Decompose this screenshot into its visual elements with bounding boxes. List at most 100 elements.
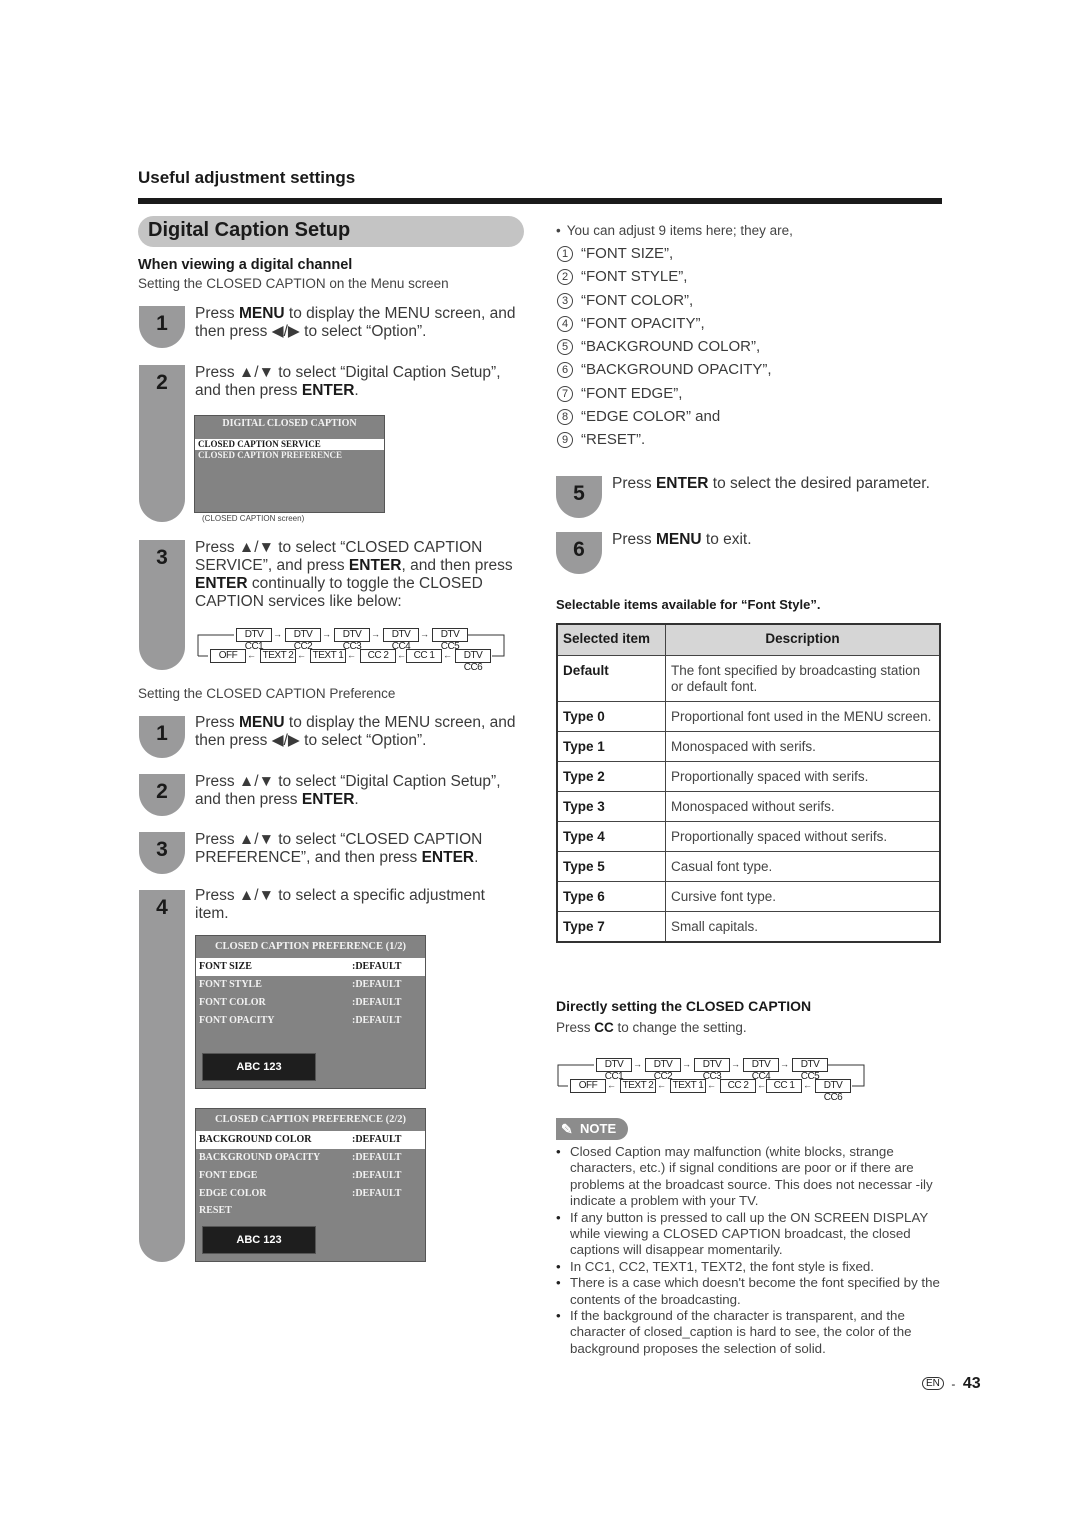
- table-cell-description: Proportional font used in the MENU scree…: [665, 701, 941, 732]
- table-cell-description: The font specified by broadcasting stati…: [665, 655, 941, 702]
- osd-pref2-row[interactable]: BACKGROUND OPACITY:DEFAULT: [196, 1149, 425, 1167]
- osd-caption: (CLOSED CAPTION screen): [202, 514, 305, 523]
- pref-step-2-text: Press ▲/▼ to select “Digital Caption Set…: [195, 773, 501, 808]
- osd-pref2-row[interactable]: BACKGROUND COLOR:DEFAULT: [196, 1131, 425, 1149]
- table-row: Default The font specified by broadcastin…: [556, 655, 941, 702]
- table-row: Type 0 Proportional font used in the MENU…: [556, 701, 941, 732]
- menu-screen-subtext: Setting the CLOSED CAPTION on the Menu s…: [138, 276, 449, 291]
- osd-pref1-row[interactable]: FONT COLOR:DEFAULT: [196, 994, 425, 1012]
- table-cell-item: Type 3: [556, 791, 666, 822]
- table-row: Type 6 Cursive font type.: [556, 881, 941, 912]
- adjustable-item: 2 “FONT STYLE”,: [557, 265, 937, 288]
- step-tab-2: 2: [139, 365, 185, 522]
- osd-pref2-title: CLOSED CAPTION PREFERENCE (2/2): [214, 1114, 407, 1125]
- table-row: Type 5 Casual font type.: [556, 851, 941, 882]
- language-badge: EN: [922, 1377, 944, 1390]
- osd-pref2-row[interactable]: FONT EDGE:DEFAULT: [196, 1167, 425, 1185]
- table-row: Type 4 Proportionally spaced without seri…: [556, 821, 941, 852]
- connector-line: [468, 634, 505, 657]
- cc-cycle-diagram-2: DTV CC1 → DTV CC2 → DTV CC3 → DTV CC4 → DTV CC5 O…: [556, 1056, 868, 1103]
- pref-step-4-text: Press ▲/▼ to select a specific adjustmen…: [195, 887, 485, 922]
- adjustable-item: 7 “FONT EDGE”,: [557, 382, 937, 405]
- osd-pref1-row[interactable]: FONT SIZE:DEFAULT: [196, 958, 425, 976]
- cycle-connector-lines: [197, 634, 505, 657]
- pref-step-tab-1: 1: [139, 716, 185, 758]
- table-row: Type 2 Proportionally spaced with serifs.: [556, 761, 941, 792]
- table-cell-item: Type 1: [556, 731, 666, 762]
- cycle-connector-lines: [557, 1064, 865, 1087]
- font-style-table-title: Selectable items available for “Font Sty…: [556, 597, 821, 612]
- circled-number: 3: [557, 292, 573, 309]
- circled-number: 8: [557, 409, 573, 426]
- notes-list: Closed Caption may malfunction (white bl…: [556, 1144, 940, 1357]
- caption-sample-preview: ABC 123: [202, 1053, 316, 1081]
- table-row: Type 1 Monospaced with serifs.: [556, 731, 941, 762]
- pref-step-tab-2: 2: [139, 774, 185, 816]
- table-cell-item: Default: [556, 655, 666, 702]
- osd-item-closed-caption-preference[interactable]: CLOSED CAPTION PREFERENCE: [195, 450, 384, 461]
- note-item: Closed Caption may malfunction (white bl…: [556, 1144, 940, 1210]
- osd-pref1-title: CLOSED CAPTION PREFERENCE (1/2): [214, 941, 407, 952]
- digital-closed-caption-screen: DIGITAL CLOSED CAPTION CLOSED CAPTION SE…: [194, 415, 385, 513]
- adjustable-item: 9 “RESET”.: [557, 428, 937, 451]
- direct-setting-text: Press CC to change the setting.: [556, 1020, 747, 1035]
- table-cell-description: Proportionally spaced with serifs.: [665, 761, 941, 792]
- header-rule: [138, 198, 942, 204]
- table-cell-item: Type 4: [556, 821, 666, 852]
- step-tab-6: 6: [556, 532, 602, 574]
- circled-number: 4: [557, 315, 573, 332]
- cc-cycle-diagram-1: DTV CC1 → DTV CC2 → DTV CC3 → DTV CC4 → DTV CC5 O…: [196, 626, 506, 673]
- table-cell-description: Monospaced without serifs.: [665, 791, 941, 822]
- step-6-text: Press MENU to exit.: [612, 531, 752, 548]
- table-header-description: Description: [665, 623, 941, 656]
- step-tab-1: 1: [139, 306, 185, 348]
- table-cell-description: Proportionally spaced without serifs.: [665, 821, 941, 852]
- table-cell-description: Monospaced with serifs.: [665, 731, 941, 762]
- table-cell-item: Type 0: [556, 701, 666, 732]
- adjustable-items-list: 1 “FONT SIZE”, 2 “FONT STYLE”, 3 “FONT COLOR”…: [557, 242, 937, 452]
- osd-title: DIGITAL CLOSED CAPTION: [222, 418, 357, 429]
- osd-pref1-row[interactable]: FONT STYLE:DEFAULT: [196, 976, 425, 994]
- table-cell-description: Cursive font type.: [665, 881, 941, 912]
- step-tab-3: 3: [139, 540, 185, 670]
- table-header-selected-item: Selected item: [556, 623, 666, 656]
- osd-pref1-row[interactable]: FONT OPACITY:DEFAULT: [196, 1012, 425, 1030]
- preference-subtext: Setting the CLOSED CAPTION Preference: [138, 686, 396, 701]
- osd-pref2-row[interactable]: EDGE COLOR:DEFAULT: [196, 1185, 425, 1203]
- cc-preference-screen-1: CLOSED CAPTION PREFERENCE (1/2) FONT SIZ…: [195, 935, 426, 1089]
- pencil-icon: ✎: [561, 1121, 573, 1137]
- table-cell-item: Type 5: [556, 851, 666, 882]
- adjustable-item: 5 “BACKGROUND COLOR”,: [557, 335, 937, 358]
- step-tab-5: 5: [556, 476, 602, 518]
- circled-number: 5: [557, 339, 573, 356]
- circled-number: 6: [557, 362, 573, 379]
- font-style-table: Selected item Description Default The fon…: [556, 623, 941, 943]
- section-title: Useful adjustment settings: [138, 168, 356, 187]
- adjustable-item: 1 “FONT SIZE”,: [557, 242, 937, 265]
- page-title-banner: Digital Caption Setup: [138, 216, 524, 247]
- page-number: 43: [962, 1375, 981, 1392]
- osd-item-closed-caption-service[interactable]: CLOSED CAPTION SERVICE: [195, 439, 384, 450]
- pref-step-tab-3: 3: [139, 832, 185, 874]
- note-item: If the background of the character is tr…: [556, 1308, 940, 1357]
- caption-sample-preview: ABC 123: [202, 1226, 316, 1254]
- circled-number: 1: [557, 246, 573, 262]
- direct-setting-title: Directly setting the CLOSED CAPTION: [556, 998, 812, 1014]
- adjust-intro: • You can adjust 9 items here; they are,: [556, 223, 793, 238]
- table-cell-description: Small capitals.: [665, 911, 941, 943]
- service-step-2-text: Press ▲/▼ to select “Digital Caption Set…: [195, 364, 501, 399]
- adjustable-item: 8 “EDGE COLOR” and: [557, 405, 937, 428]
- table-cell-item: Type 2: [556, 761, 666, 792]
- service-step-3-text: Press ▲/▼ to select “CLOSED CAPTION SERV…: [195, 539, 513, 610]
- osd-pref2-row[interactable]: RESET: [196, 1203, 425, 1219]
- circled-number: 7: [557, 385, 573, 402]
- pref-step-tab-4: 4: [139, 890, 185, 1262]
- note-item: In CC1, CC2, TEXT1, TEXT2, the font styl…: [556, 1259, 940, 1276]
- circled-number: 9: [557, 432, 573, 449]
- connector-line: [557, 1064, 594, 1086]
- circled-number: 2: [557, 269, 573, 286]
- table-cell-description: Casual font type.: [665, 851, 941, 882]
- page-footer: EN - 43: [922, 1375, 981, 1393]
- adjustable-item: 4 “FONT OPACITY”,: [557, 312, 937, 335]
- table-cell-item: Type 6: [556, 881, 666, 912]
